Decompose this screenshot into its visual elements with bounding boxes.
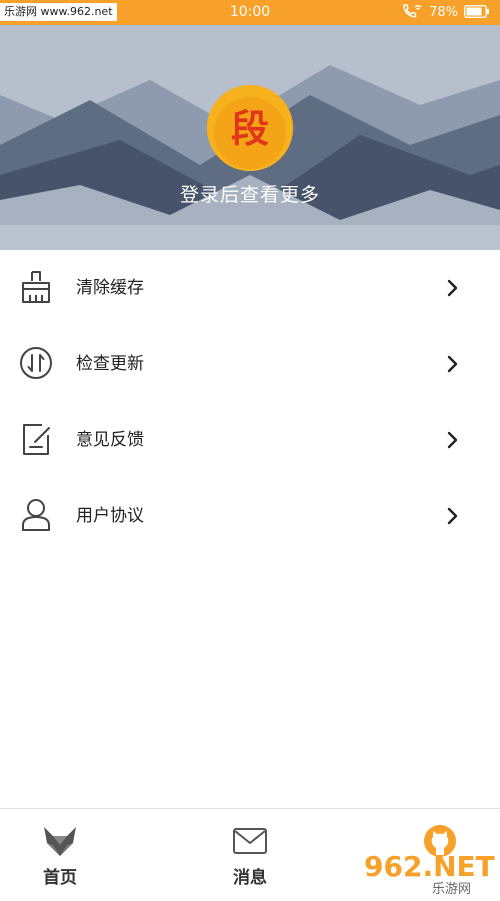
status-indicators: 78% <box>401 0 490 25</box>
svg-text:962.NET: 962.NET <box>364 850 495 883</box>
chevron-right-icon <box>442 354 462 374</box>
chevron-right-icon <box>442 506 462 526</box>
menu-item-check-update[interactable]: 检查更新 <box>0 326 500 402</box>
avatar-logo-icon: 段 <box>207 85 293 171</box>
menu-item-feedback[interactable]: 意见反馈 <box>0 402 500 478</box>
status-bar: 乐游网 www.962.net 10:00 78% <box>0 0 500 25</box>
battery-icon <box>463 3 490 22</box>
menu-item-clear-cache[interactable]: 清除缓存 <box>0 250 500 326</box>
svg-text:段: 段 <box>231 107 269 151</box>
fox-logo-icon <box>42 823 78 859</box>
app-avatar[interactable]: 段 <box>207 85 293 171</box>
menu-label: 意见反馈 <box>76 430 144 450</box>
login-prompt[interactable]: 登录后查看更多 <box>0 180 500 207</box>
mail-icon <box>232 823 268 859</box>
battery-percent: 78% <box>429 5 458 20</box>
tab-label: 首页 <box>43 868 77 888</box>
update-icon <box>18 345 54 381</box>
menu-label: 清除缓存 <box>76 278 144 298</box>
broom-icon <box>18 269 54 305</box>
watermark-logo: 962.NET 乐游网 <box>362 848 496 897</box>
profile-header: 段 登录后查看更多 <box>0 25 500 250</box>
svg-text:乐游网: 乐游网 <box>432 882 471 896</box>
feedback-icon <box>18 421 54 457</box>
settings-menu: 清除缓存 检查更新 意见反馈 用户协议 <box>0 250 500 554</box>
chevron-right-icon <box>442 430 462 450</box>
tab-home[interactable]: 首页 <box>0 809 120 901</box>
chevron-right-icon <box>442 278 462 298</box>
call-wifi-icon <box>401 3 423 23</box>
tab-label: 消息 <box>233 868 267 888</box>
menu-label: 用户协议 <box>76 506 144 526</box>
menu-label: 检查更新 <box>76 354 144 374</box>
tab-messages[interactable]: 消息 <box>190 809 310 901</box>
user-icon <box>18 497 54 533</box>
menu-item-user-agreement[interactable]: 用户协议 <box>0 478 500 554</box>
